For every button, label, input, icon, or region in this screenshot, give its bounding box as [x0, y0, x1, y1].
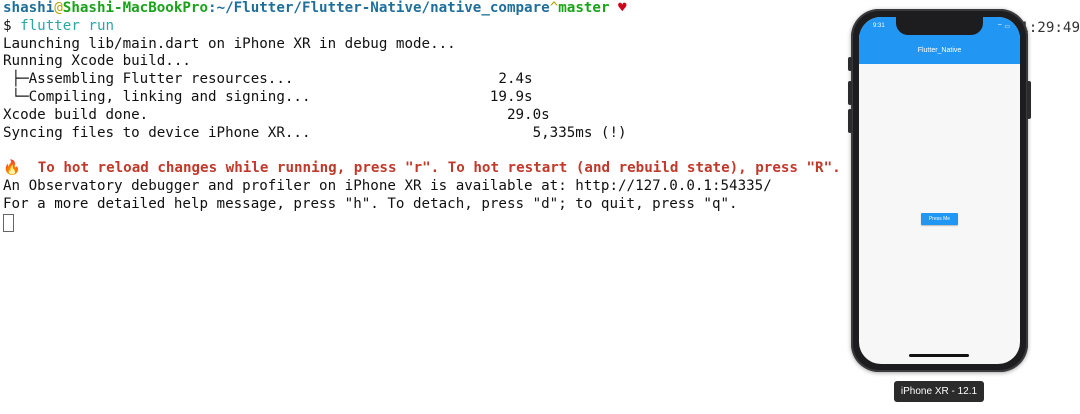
prompt-heart-icon: ♥	[618, 0, 627, 16]
app-bar-title: Flutter_Native	[917, 47, 962, 54]
output-observatory[interactable]: An Observatory debugger and profiler on …	[3, 178, 853, 196]
volume-up-button	[848, 81, 852, 105]
hot-reload-text: To hot reload changes while running, pre…	[20, 160, 841, 177]
simulator-screen[interactable]: 9:31 ⌔ ▭ Flutter_Native Press Me	[859, 17, 1020, 364]
status-time: 9:31	[873, 23, 885, 29]
terminal-cursor	[3, 213, 14, 232]
terminal-clock: 1:29:49	[1020, 20, 1080, 36]
prompt-colon: :	[208, 0, 217, 16]
prompt-at: @	[54, 0, 63, 16]
output-hot-reload: 🔥 To hot reload changes while running, p…	[3, 160, 853, 178]
output-running-xcode: Running Xcode build...	[3, 53, 191, 70]
mute-switch	[848, 57, 852, 71]
press-me-button[interactable]: Press Me	[921, 213, 958, 225]
home-indicator[interactable]	[909, 354, 969, 357]
output-assembling: ├─Assembling Flutter resources... 2.4s	[3, 71, 533, 88]
cursor-line	[3, 213, 853, 232]
prompt-line: shashi@Shashi-MacBookPro:~/Flutter/Flutt…	[3, 0, 853, 18]
command-prefix: $	[3, 17, 12, 34]
command-text: flutter run	[20, 17, 115, 34]
output-help: For a more detailed help message, press …	[3, 195, 738, 212]
status-icons: ⌔ ▭	[997, 24, 1010, 30]
prompt-caret: ^	[549, 0, 559, 16]
power-button	[1027, 81, 1031, 119]
output-compiling: └─Compiling, linking and signing... 19.9…	[3, 88, 533, 105]
output-launching: Launching lib/main.dart on iPhone XR in …	[3, 35, 456, 52]
terminal-window[interactable]: shashi@Shashi-MacBookPro:~/Flutter/Flutt…	[3, 0, 853, 414]
fire-icon: 🔥	[3, 160, 21, 177]
prompt-path: ~/Flutter/Flutter-Native/native_compare	[216, 0, 550, 16]
prompt-branch: master	[558, 0, 610, 16]
prompt-user: shashi	[3, 0, 55, 16]
volume-down-button	[848, 109, 852, 133]
phone-notch	[896, 17, 983, 35]
prompt-host: Shashi-MacBookPro	[62, 0, 209, 16]
output-xcode-done: Xcode build done. 29.0s	[3, 106, 550, 123]
command-line: $ flutter run	[3, 18, 853, 36]
output-syncing: Syncing files to device iPhone XR... 5,3…	[3, 124, 627, 141]
iphone-simulator: 9:31 ⌔ ▭ Flutter_Native Press Me	[848, 9, 1031, 372]
device-label: iPhone XR - 12.1	[894, 381, 984, 402]
